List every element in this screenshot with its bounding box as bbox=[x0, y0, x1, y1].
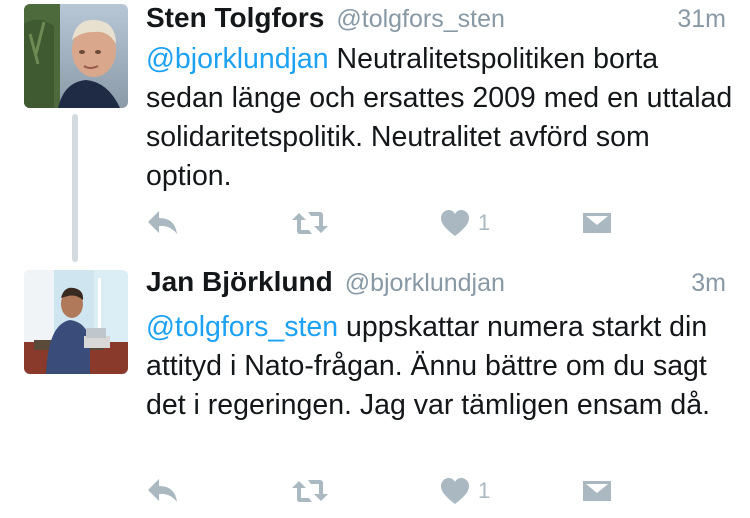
reply-button[interactable] bbox=[146, 474, 180, 508]
tweet-text: @bjorklundjan Neutralitetspolitiken bort… bbox=[146, 40, 736, 196]
thread-connector bbox=[72, 114, 78, 262]
reply-icon bbox=[148, 211, 177, 234]
author-name[interactable]: Jan Björklund bbox=[146, 266, 333, 298]
timestamp[interactable]: 3m bbox=[691, 269, 726, 298]
tweet-actions: 1 bbox=[146, 474, 616, 508]
tweet-header: Jan Björklund @bjorklundjan 3m bbox=[146, 266, 726, 302]
author-handle[interactable]: @tolgfors_sten bbox=[336, 5, 505, 34]
tweet-thread: Sten Tolgfors @tolgfors_sten 31m @bjorkl… bbox=[0, 0, 750, 518]
avatar-photo bbox=[24, 270, 128, 374]
tweet[interactable]: Jan Björklund @bjorklundjan 3m @tolgfors… bbox=[0, 262, 750, 518]
tweet-header: Sten Tolgfors @tolgfors_sten 31m bbox=[146, 2, 726, 38]
like-count: 1 bbox=[478, 478, 491, 503]
heart-icon bbox=[441, 210, 469, 236]
tweet[interactable]: Sten Tolgfors @tolgfors_sten 31m @bjorkl… bbox=[0, 0, 750, 262]
reply-button[interactable] bbox=[146, 206, 180, 240]
like-button[interactable]: 1 bbox=[440, 474, 490, 508]
like-count: 1 bbox=[478, 210, 491, 235]
retweet-button[interactable] bbox=[290, 474, 330, 508]
direct-message-icon bbox=[583, 213, 611, 233]
avatar-photo bbox=[24, 4, 128, 108]
direct-message-button[interactable] bbox=[582, 206, 612, 240]
retweet-button[interactable] bbox=[290, 206, 330, 240]
author-handle[interactable]: @bjorklundjan bbox=[345, 269, 505, 298]
reply-icon bbox=[148, 479, 177, 502]
direct-message-icon bbox=[583, 481, 611, 501]
mention-link[interactable]: @tolgfors_sten bbox=[146, 311, 338, 343]
author-name[interactable]: Sten Tolgfors bbox=[146, 2, 324, 34]
tweet-text: @tolgfors_sten uppskattar numera starkt … bbox=[146, 308, 736, 425]
like-button[interactable]: 1 bbox=[440, 206, 490, 240]
avatar[interactable] bbox=[24, 4, 128, 108]
retweet-icon bbox=[292, 480, 328, 502]
avatar[interactable] bbox=[24, 270, 128, 374]
heart-icon bbox=[441, 478, 469, 504]
retweet-icon bbox=[292, 212, 328, 234]
direct-message-button[interactable] bbox=[582, 474, 612, 508]
mention-link[interactable]: @bjorklundjan bbox=[146, 43, 329, 75]
tweet-actions: 1 bbox=[146, 206, 616, 240]
timestamp[interactable]: 31m bbox=[677, 5, 726, 34]
